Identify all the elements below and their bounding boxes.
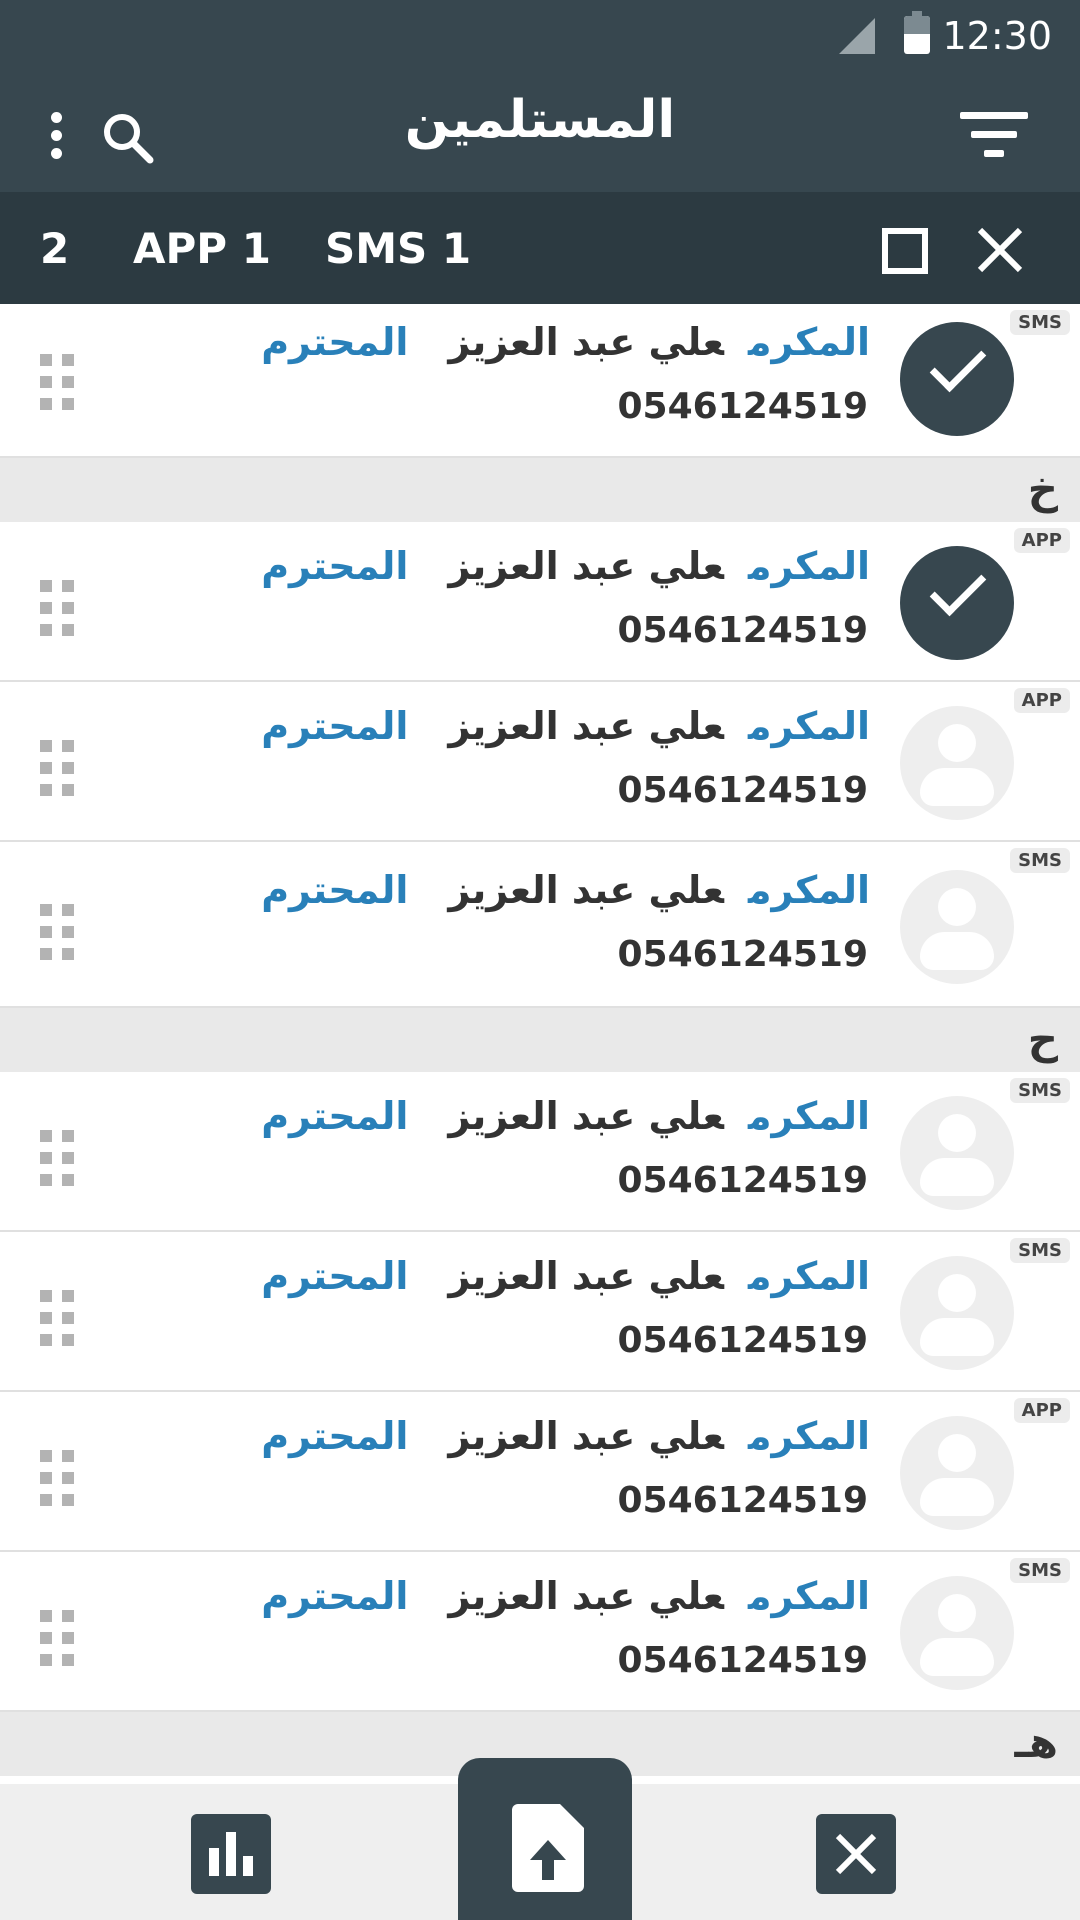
drag-handle-icon[interactable]: [40, 354, 76, 410]
selection-bar: 2 APP 1 SMS 1: [0, 192, 1080, 304]
recipient-phone: 0546124519: [617, 1160, 869, 1201]
channel-badge: SMS: [1010, 1078, 1070, 1103]
list-item[interactable]: APP المكرمعلي عبد العزيزالمحترم 05461245…: [0, 682, 1080, 842]
filter-icon[interactable]: [960, 112, 1028, 162]
recipient-phone: 0546124519: [617, 386, 869, 427]
recipient-name-line: المكرمعلي عبد العزيزالمحترم: [261, 320, 870, 364]
select-all-icon[interactable]: [882, 228, 928, 274]
person-icon[interactable]: [900, 1096, 1014, 1210]
list-item[interactable]: SMS المكرمعلي عبد العزيزالمحترم 05461245…: [0, 1552, 1080, 1712]
status-time: 12:30: [942, 14, 1052, 58]
channel-badge: SMS: [1010, 1558, 1070, 1583]
battery-icon: [904, 11, 930, 54]
bar-chart-icon[interactable]: [191, 1814, 271, 1894]
list-item[interactable]: SMS المكرمعلي عبد العزيزالمحترم 05461245…: [0, 842, 1080, 1008]
channel-badge: APP: [1013, 528, 1070, 553]
person-icon[interactable]: [900, 1416, 1014, 1530]
recipient-phone: 0546124519: [617, 610, 869, 651]
drag-handle-icon[interactable]: [40, 580, 76, 636]
signal-icon: [839, 18, 875, 54]
sms-count: SMS 1: [325, 224, 472, 273]
person-icon[interactable]: [900, 870, 1014, 984]
section-header: خ: [0, 458, 1080, 522]
person-icon[interactable]: [900, 706, 1014, 820]
status-bar: 12:30: [0, 0, 1080, 72]
recipient-name-line: المكرمعلي عبد العزيزالمحترم: [261, 1414, 870, 1458]
drag-handle-icon[interactable]: [40, 1610, 76, 1666]
recipient-phone: 0546124519: [617, 770, 869, 811]
recipients-screen: 12:30 المستلمين 2 APP 1 SMS 1 SMS المكرم…: [0, 0, 1080, 1920]
list-item[interactable]: SMS المكرمعلي عبد العزيزالمحترم 05461245…: [0, 1232, 1080, 1392]
drag-handle-icon[interactable]: [40, 904, 76, 960]
drag-handle-icon[interactable]: [40, 1290, 76, 1346]
recipient-name-line: المكرمعلي عبد العزيزالمحترم: [261, 544, 870, 588]
section-header: ح: [0, 1008, 1080, 1072]
toolbar: المستلمين: [0, 72, 1080, 192]
selected-count: 2: [40, 224, 70, 273]
person-icon[interactable]: [900, 1256, 1014, 1370]
close-icon[interactable]: [974, 224, 1026, 276]
page-title: المستلمين: [404, 90, 676, 150]
recipient-name-line: المكرمعلي عبد العزيزالمحترم: [261, 704, 870, 748]
recipient-phone: 0546124519: [617, 1320, 869, 1361]
recipient-name-line: المكرمعلي عبد العزيزالمحترم: [261, 868, 870, 912]
recipient-phone: 0546124519: [617, 934, 869, 975]
avatar[interactable]: [900, 546, 1014, 660]
recipient-name-line: المكرمعلي عبد العزيزالمحترم: [261, 1574, 870, 1618]
check-icon: [929, 559, 987, 617]
upload-file-icon[interactable]: [458, 1758, 632, 1920]
cancel-icon[interactable]: [816, 1814, 896, 1894]
drag-handle-icon[interactable]: [40, 740, 76, 796]
app-count: APP 1: [133, 224, 271, 273]
avatar[interactable]: [900, 322, 1014, 436]
list-item[interactable]: APP المكرمعلي عبد العزيزالمحترم 05461245…: [0, 522, 1080, 682]
recipient-phone: 0546124519: [617, 1640, 869, 1681]
drag-handle-icon[interactable]: [40, 1450, 76, 1506]
channel-badge: SMS: [1010, 1238, 1070, 1263]
recipient-name-line: المكرمعلي عبد العزيزالمحترم: [261, 1254, 870, 1298]
channel-badge: SMS: [1010, 310, 1070, 335]
channel-badge: APP: [1013, 1398, 1070, 1423]
list-item[interactable]: APP المكرمعلي عبد العزيزالمحترم 05461245…: [0, 1392, 1080, 1552]
check-icon: [929, 335, 987, 393]
recipient-phone: 0546124519: [617, 1480, 869, 1521]
list-item[interactable]: SMS المكرمعلي عبد العزيزالمحترم 05461245…: [0, 304, 1080, 458]
recipient-list[interactable]: SMS المكرمعلي عبد العزيزالمحترم 05461245…: [0, 304, 1080, 1784]
channel-badge: SMS: [1010, 848, 1070, 873]
drag-handle-icon[interactable]: [40, 1130, 76, 1186]
person-icon[interactable]: [900, 1576, 1014, 1690]
list-item[interactable]: SMS المكرمعلي عبد العزيزالمحترم 05461245…: [0, 1072, 1080, 1232]
recipient-name-line: المكرمعلي عبد العزيزالمحترم: [261, 1094, 870, 1138]
channel-badge: APP: [1013, 688, 1070, 713]
